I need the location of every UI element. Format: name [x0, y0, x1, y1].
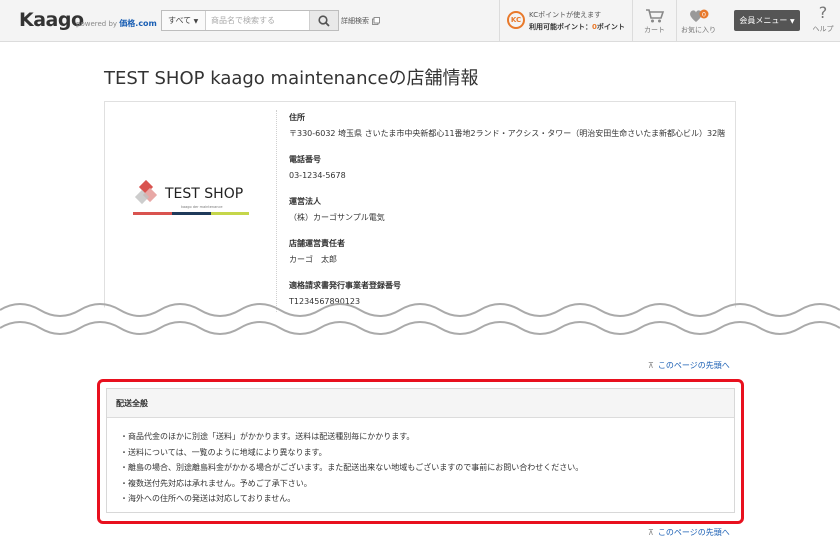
list-item: ・海外への住所への発送は対応しておりません。 [120, 494, 296, 503]
arrow-up-icon: ⊼ [648, 528, 654, 537]
heart-icon: 0 [689, 9, 708, 22]
search-icon [318, 14, 330, 27]
member-menu-button[interactable]: 会員メニュー ▼ [734, 10, 800, 31]
help-button[interactable]: ? ヘルプ [806, 0, 840, 42]
kc-available-points: 利用可能ポイント：0ポイント [529, 23, 625, 31]
powered-by: powered by 価格.com [76, 19, 157, 28]
chevron-down-icon: ▼ [193, 18, 199, 25]
page-top-link[interactable]: ⊼ このページの先頭へ [648, 360, 730, 371]
kc-points-box[interactable]: KC KCポイントが使えます 利用可能ポイント：0ポイント [499, 0, 632, 42]
info-address: 住所 〒330-6032 埼玉県 さいたま市中央新都心11番地2ランド・アクシス… [289, 113, 726, 138]
shop-info-list: 住所 〒330-6032 埼玉県 さいたま市中央新都心11番地2ランド・アクシス… [289, 112, 729, 322]
list-item: ・離島の場合、別途離島料金がかかる場合がございます。また配送出来ない地域もござい… [120, 463, 584, 472]
question-icon: ? [818, 3, 828, 22]
info-phone: 電話番号 03-1234-5678 [289, 155, 346, 180]
top-header: Kaago powered by 価格.com すべて ▼ 詳細検索 KC KC… [0, 0, 840, 42]
info-company: 運営法人 （株）カーゴサンプル電気 [289, 197, 385, 222]
kc-point-icon: KC [507, 11, 525, 29]
delivery-list: ・商品代金のほかに別途「送料」がかかります。送料は配送種別毎にかかります。 ・送… [107, 418, 734, 507]
shop-logo: TEST SHOP kaago der maintenance [133, 180, 249, 215]
page-title: TEST SHOP kaago maintenanceの店舗情報 [104, 68, 479, 89]
favorites-button[interactable]: 0 お気に入り [676, 0, 720, 42]
search-bar: すべて ▼ [161, 10, 339, 31]
delivery-general-panel: 配送全般 ・商品代金のほかに別途「送料」がかかります。送料は配送種別毎にかかりま… [106, 388, 735, 513]
list-item: ・送料については、一覧のように地域により異なります。 [120, 447, 327, 457]
kakaku-logo[interactable]: 価格.com [119, 19, 157, 28]
svg-text:TEST SHOP: TEST SHOP [164, 186, 243, 202]
page-top-link-bottom[interactable]: ⊼ このページの先頭へ [648, 527, 730, 538]
kaago-logo[interactable]: Kaago [19, 9, 84, 31]
chevron-down-icon: ▼ [789, 18, 795, 25]
list-item: ・複数送付先対応は承れません。予めご了承下さい。 [120, 478, 312, 488]
cart-button[interactable]: カート [632, 0, 676, 42]
svg-text:kaago der maintenance: kaago der maintenance [181, 205, 223, 209]
info-manager: 店舗運営責任者 カーゴ 太郎 [289, 239, 345, 264]
search-category-select[interactable]: すべて ▼ [162, 11, 206, 30]
page-cut-wave [0, 303, 840, 348]
search-button[interactable] [309, 11, 338, 30]
list-item: ・商品代金のほかに別途「送料」がかかります。送料は配送種別毎にかかります。 [120, 432, 415, 441]
search-input[interactable] [206, 11, 309, 30]
external-window-icon [372, 17, 380, 25]
favorites-count: 0 [701, 10, 705, 18]
header-right-tools: KC KCポイントが使えます 利用可能ポイント：0ポイント カート 0 お気に入… [499, 0, 720, 42]
advanced-search-link[interactable]: 詳細検索 [341, 16, 380, 26]
cart-icon [645, 9, 664, 23]
info-divider [276, 110, 277, 320]
delivery-heading: 配送全般 [107, 389, 734, 418]
arrow-up-icon: ⊼ [648, 361, 654, 370]
